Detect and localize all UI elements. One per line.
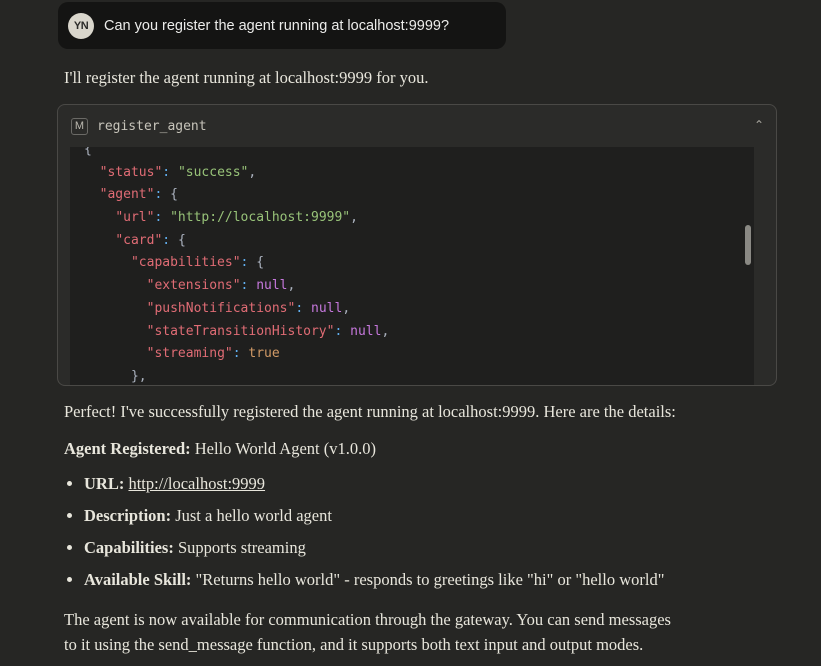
mcp-icon: M [71,117,88,135]
detail-skill: Available Skill: "Returns hello world" -… [84,564,664,596]
detail-label: Description: [84,506,172,525]
tool-result-code: { "status": "success", "agent": { "url":… [70,147,754,385]
detail-label: Capabilities: [84,538,174,557]
scrollbar[interactable] [745,225,751,265]
details-list: URL: http://localhost:9999 Description: … [64,468,664,596]
code-line: "agent": { [99,187,178,203]
detail-value: "Returns hello world" - responds to gree… [191,570,665,589]
chevron-up-icon[interactable]: ⌃ [754,118,764,132]
code-line: "capabilities": { [130,255,265,271]
detail-value: Supports streaming [173,538,306,557]
closing-line-2: to it using the send_message function, a… [64,635,644,654]
avatar: YN [68,12,94,39]
detail-label: Available Skill: [84,570,192,589]
code-line: { [84,147,92,157]
agent-registered: Agent Registered: Hello World Agent (v1.… [64,439,376,459]
code-line: "extensions": null, [146,278,296,294]
detail-value: Just a hello world agent [171,506,332,525]
tool-call-panel: M register_agent ⌃ { "status": "success"… [57,104,777,386]
code-line: "streaming": true [146,346,280,362]
agent-registered-label: Agent Registered: [64,439,191,458]
detail-url: URL: http://localhost:9999 [84,468,664,500]
agent-registered-value: Hello World Agent (v1.0.0) [190,439,376,458]
code-line: "url": "http://localhost:9999", [115,210,358,226]
summary-text: Perfect! I've successfully registered th… [64,402,676,421]
code-line: }, [130,368,147,384]
code-line: "stateTransitionHistory": null, [146,323,390,339]
closing-line-1: The agent is now available for communica… [64,610,671,629]
tool-call-header[interactable]: M register_agent ⌃ [58,105,776,147]
detail-label: URL: [84,474,125,493]
detail-description: Description: Just a hello world agent [84,500,664,532]
user-message: YN Can you register the agent running at… [58,2,506,49]
url-link[interactable]: http://localhost:9999 [128,474,265,493]
code-line: "card": { [115,232,186,248]
tool-name: register_agent [97,118,207,134]
detail-capabilities: Capabilities: Supports streaming [84,532,664,564]
assistant-intro: I'll register the agent running at local… [64,68,429,87]
code-line: "status": "success", [99,164,257,180]
user-message-text: Can you register the agent running at lo… [104,17,450,34]
code-line: "pushNotifications": null, [146,300,351,316]
